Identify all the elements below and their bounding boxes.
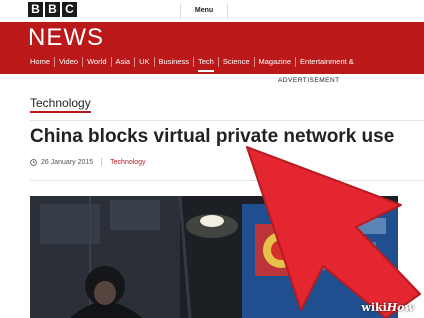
bbc-top-bar: B B C Menu: [0, 0, 424, 23]
nav-item-video[interactable]: Video: [55, 55, 82, 68]
article-meta: 26 January 2015 Technology: [30, 158, 146, 166]
nav-item-entertainment[interactable]: Entertainment &: [296, 55, 358, 68]
nav-item-science[interactable]: Science: [219, 55, 254, 68]
nav-item-uk[interactable]: UK: [135, 55, 153, 68]
meta-divider: [101, 158, 103, 166]
nav-item-magazine[interactable]: Magazine: [255, 55, 296, 68]
logo-letter-b2: B: [45, 2, 60, 17]
watermark-how: How: [386, 301, 414, 314]
wikihow-watermark: wikiHow: [361, 301, 414, 314]
section-label[interactable]: Technology: [30, 96, 91, 113]
menu-button[interactable]: Menu: [180, 3, 228, 19]
nav-item-asia[interactable]: Asia: [112, 55, 135, 68]
nav-item-home[interactable]: Home: [26, 55, 54, 68]
watermark-wiki: wiki: [361, 301, 387, 314]
article-photo-scene: [30, 196, 398, 318]
nav-item-world[interactable]: World: [83, 55, 110, 68]
advertisement-label: ADVERTISEMENT: [278, 77, 340, 84]
meta-divider-line: [30, 180, 424, 181]
section-nav: Home Video World Asia UK Business Tech S…: [26, 55, 358, 72]
browser-page: B B C Menu NEWS Home Video World Asia UK…: [0, 0, 424, 318]
article-date: 26 January 2015: [41, 158, 94, 166]
logo-letter-b1: B: [28, 2, 43, 17]
nav-item-business[interactable]: Business: [155, 55, 193, 68]
section-divider: [30, 120, 424, 121]
article-photo: [30, 196, 398, 318]
news-title[interactable]: NEWS: [28, 24, 104, 52]
clock-icon: [30, 158, 37, 166]
bbc-logo[interactable]: B B C: [28, 2, 77, 17]
nav-item-tech[interactable]: Tech: [194, 55, 218, 72]
article-topic-link[interactable]: Technology: [110, 159, 145, 166]
article-headline: China blocks virtual private network use: [30, 126, 395, 147]
logo-letter-c: C: [62, 2, 77, 17]
